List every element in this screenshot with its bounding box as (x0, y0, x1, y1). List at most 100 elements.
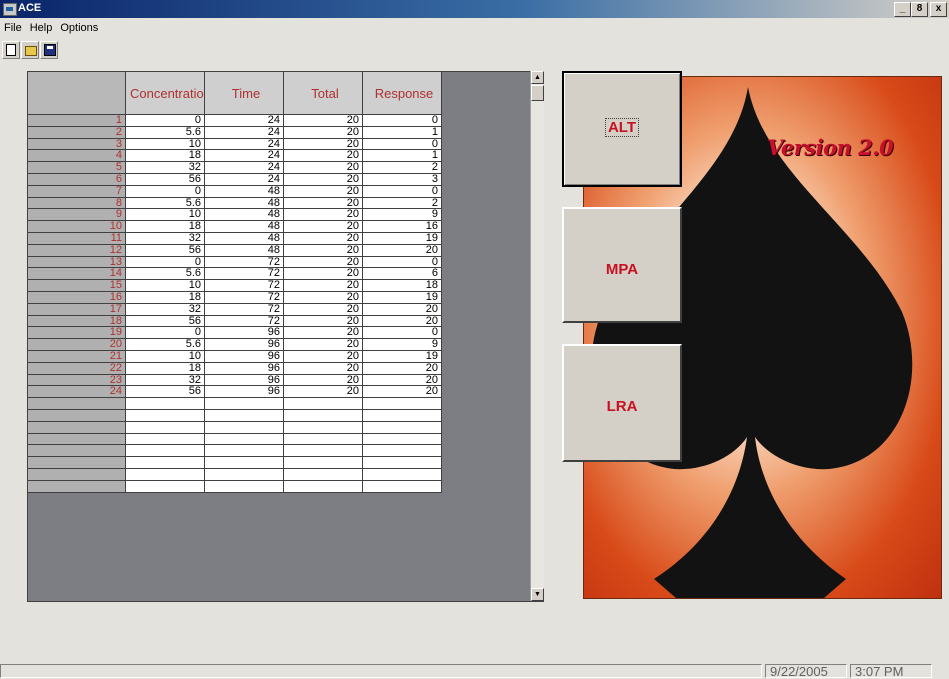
row-header[interactable] (28, 409, 126, 422)
open-file-button[interactable] (21, 41, 39, 59)
table-row[interactable]: 21 10 96 20 19 (28, 351, 442, 363)
row-header[interactable]: 4 (28, 150, 126, 163)
row-header[interactable]: 21 (28, 351, 126, 363)
column-header-time[interactable]: Time (205, 72, 284, 115)
cell-response[interactable]: 3 (363, 174, 442, 186)
cell-response[interactable]: 0 (363, 256, 442, 269)
table-row[interactable]: 12 56 48 20 20 (28, 244, 442, 257)
table-row[interactable]: 8 5.6 48 20 2 (28, 197, 442, 210)
menu-file[interactable]: File (4, 22, 22, 38)
cell-total[interactable]: 20 (284, 126, 363, 139)
cell-concentration[interactable] (126, 468, 205, 481)
scroll-down-button[interactable]: ▼ (531, 588, 544, 601)
cell-time[interactable]: 96 (205, 362, 284, 375)
cell-time[interactable] (205, 445, 284, 458)
cell-time[interactable]: 48 (205, 233, 284, 245)
cell-time[interactable]: 96 (205, 351, 284, 363)
table-row[interactable] (28, 421, 442, 434)
cell-concentration[interactable]: 56 (126, 315, 205, 328)
cell-response[interactable] (363, 468, 442, 481)
row-header[interactable]: 17 (28, 303, 126, 316)
cell-response[interactable]: 20 (363, 386, 442, 399)
cell-time[interactable] (205, 480, 284, 493)
cell-response[interactable]: 19 (363, 351, 442, 363)
table-row[interactable]: 6 56 24 20 3 (28, 174, 442, 186)
row-header[interactable] (28, 421, 126, 434)
cell-time[interactable]: 24 (205, 126, 284, 139)
menu-options[interactable]: Options (60, 22, 98, 38)
cell-total[interactable] (284, 480, 363, 493)
cell-response[interactable]: 19 (363, 292, 442, 304)
cell-response[interactable]: 1 (363, 126, 442, 139)
row-header[interactable]: 12 (28, 244, 126, 257)
cell-concentration[interactable] (126, 433, 205, 446)
cell-total[interactable]: 20 (284, 185, 363, 198)
table-row[interactable]: 9 10 48 20 9 (28, 209, 442, 222)
cell-time[interactable] (205, 468, 284, 481)
cell-time[interactable]: 72 (205, 303, 284, 316)
cell-total[interactable]: 20 (284, 233, 363, 245)
lra-button[interactable]: LRA (562, 344, 682, 462)
cell-response[interactable] (363, 421, 442, 434)
cell-total[interactable]: 20 (284, 292, 363, 304)
row-header[interactable]: 7 (28, 185, 126, 198)
cell-concentration[interactable]: 0 (126, 185, 205, 198)
cell-time[interactable] (205, 457, 284, 469)
app-icon[interactable] (3, 3, 17, 16)
row-header[interactable]: 16 (28, 292, 126, 304)
menu-help[interactable]: Help (30, 22, 53, 38)
row-header[interactable]: 24 (28, 386, 126, 399)
row-header[interactable]: 5 (28, 162, 126, 174)
cell-concentration[interactable]: 56 (126, 174, 205, 186)
table-row[interactable] (28, 445, 442, 458)
cell-response[interactable]: 19 (363, 233, 442, 245)
cell-total[interactable] (284, 433, 363, 446)
table-row[interactable]: 10 18 48 20 16 (28, 221, 442, 233)
cell-total[interactable]: 20 (284, 303, 363, 316)
table-row[interactable] (28, 468, 442, 481)
cell-response[interactable] (363, 409, 442, 422)
row-header[interactable]: 6 (28, 174, 126, 186)
table-row[interactable]: 18 56 72 20 20 (28, 315, 442, 328)
table-row[interactable] (28, 457, 442, 469)
table-row[interactable] (28, 433, 442, 446)
cell-time[interactable] (205, 421, 284, 434)
table-row[interactable]: 3 10 24 20 0 (28, 138, 442, 151)
cell-concentration[interactable]: 56 (126, 244, 205, 257)
cell-concentration[interactable]: 10 (126, 351, 205, 363)
cell-concentration[interactable] (126, 445, 205, 458)
cell-total[interactable] (284, 421, 363, 434)
row-header[interactable]: 8 (28, 197, 126, 210)
cell-time[interactable] (205, 433, 284, 446)
cell-response[interactable]: 0 (363, 138, 442, 151)
cell-concentration[interactable] (126, 480, 205, 493)
cell-total[interactable] (284, 409, 363, 422)
maximize-button[interactable]: 8 (911, 2, 928, 17)
table-row[interactable] (28, 398, 442, 410)
grid-corner[interactable] (28, 72, 126, 115)
cell-time[interactable]: 96 (205, 386, 284, 399)
cell-time[interactable] (205, 409, 284, 422)
row-header[interactable]: 1 (28, 115, 126, 127)
save-file-button[interactable] (40, 41, 58, 59)
table-row[interactable]: 20 5.6 96 20 9 (28, 339, 442, 351)
table-row[interactable]: 23 32 96 20 20 (28, 374, 442, 387)
cell-total[interactable]: 20 (284, 174, 363, 186)
cell-concentration[interactable]: 5.6 (126, 126, 205, 139)
cell-response[interactable] (363, 457, 442, 469)
table-row[interactable]: 17 32 72 20 20 (28, 303, 442, 316)
row-header[interactable] (28, 433, 126, 446)
row-header[interactable]: 3 (28, 138, 126, 151)
row-header[interactable]: 22 (28, 362, 126, 375)
cell-response[interactable]: 20 (363, 362, 442, 375)
cell-total[interactable] (284, 468, 363, 481)
cell-response[interactable] (363, 398, 442, 410)
close-button[interactable]: x (930, 2, 947, 17)
row-header[interactable]: 11 (28, 233, 126, 245)
cell-response[interactable]: 2 (363, 197, 442, 210)
cell-response[interactable]: 0 (363, 185, 442, 198)
cell-concentration[interactable]: 18 (126, 292, 205, 304)
table-row[interactable]: 4 18 24 20 1 (28, 150, 442, 163)
cell-response[interactable] (363, 445, 442, 458)
table-row[interactable] (28, 480, 442, 493)
